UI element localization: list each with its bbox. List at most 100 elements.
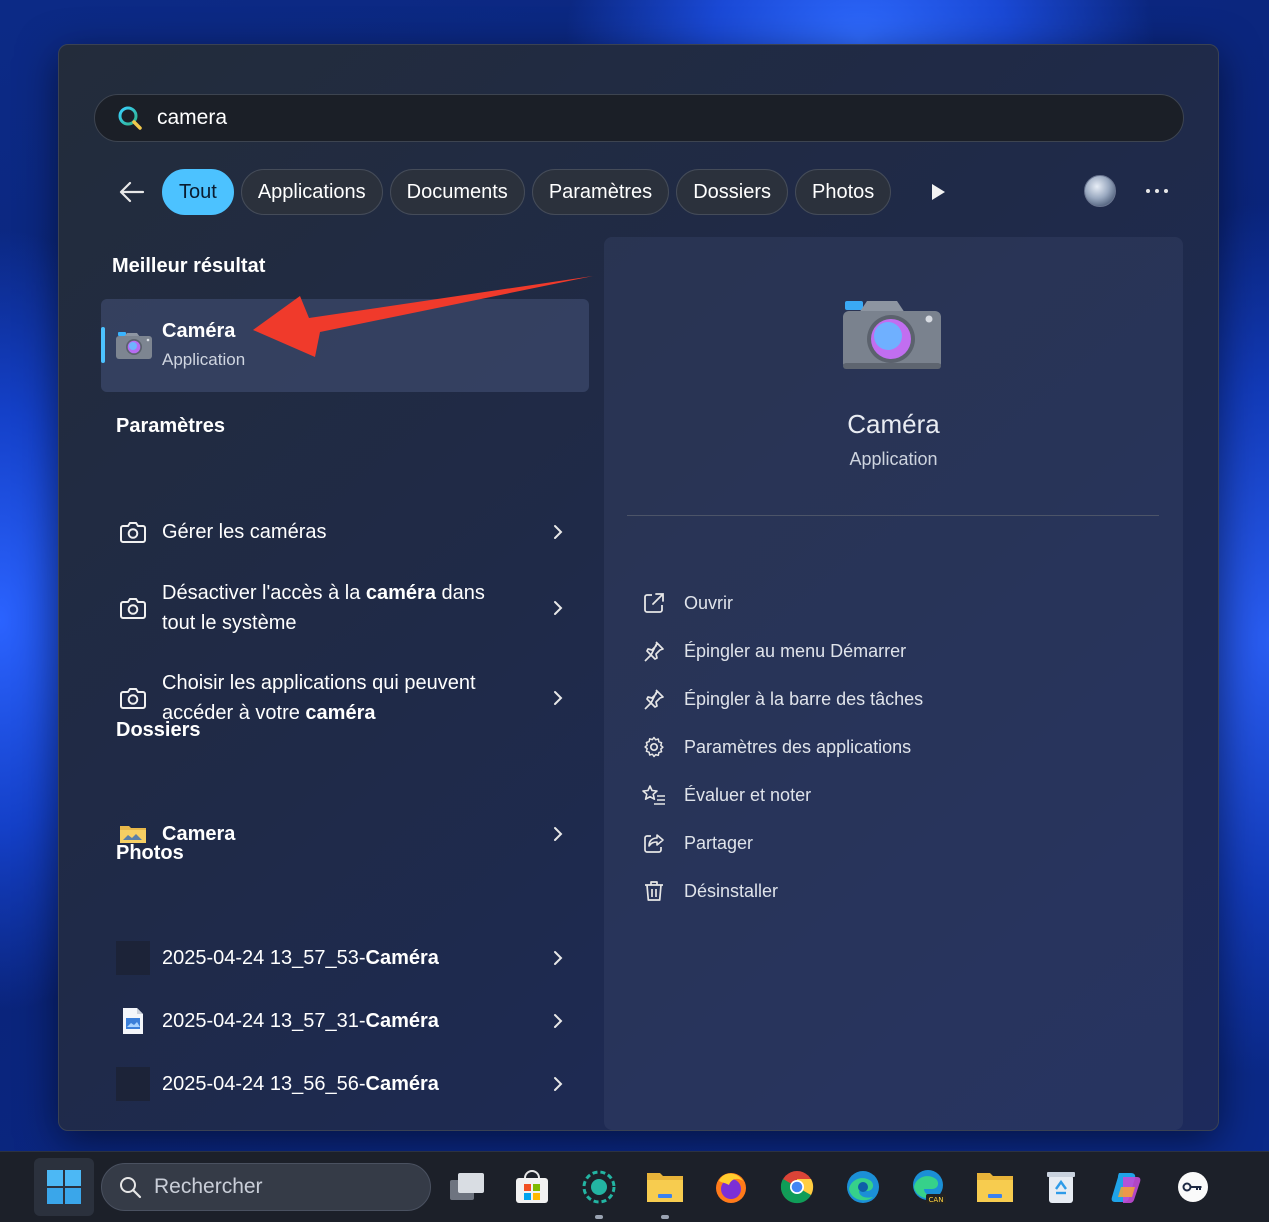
camera-app-icon-large bbox=[843, 301, 941, 369]
pin-icon bbox=[644, 689, 664, 710]
action-app-settings[interactable]: Paramètres des applications bbox=[642, 735, 911, 759]
highlight-text: Caméra bbox=[365, 1010, 439, 1032]
taskbar: Rechercher CAN bbox=[0, 1151, 1269, 1222]
camera-outline-icon bbox=[120, 598, 146, 619]
photo-item-2[interactable]: 2025-04-24 13_57_31-Caméra bbox=[116, 1004, 566, 1038]
search-icon bbox=[120, 1177, 142, 1199]
search-panel: Tout Applications Documents Paramètres D… bbox=[58, 44, 1219, 1131]
microsoft-store-icon[interactable] bbox=[510, 1165, 554, 1209]
chevron-right-icon bbox=[554, 691, 563, 705]
start-button[interactable] bbox=[34, 1158, 94, 1216]
share-icon bbox=[644, 834, 664, 853]
divider bbox=[627, 515, 1159, 516]
preview-pane: Caméra Application Ouvrir Épingler au me… bbox=[604, 237, 1183, 1130]
photo-name: 2025-04-24 13_56_56- bbox=[162, 1073, 366, 1095]
selection-indicator bbox=[101, 327, 105, 363]
camera-outline-icon bbox=[120, 522, 146, 543]
preview-app-name: Caméra bbox=[847, 409, 940, 439]
action-label: Épingler à la barre des tâches bbox=[684, 688, 924, 709]
user-avatar[interactable] bbox=[1084, 175, 1116, 207]
arrow-left-icon bbox=[119, 181, 145, 203]
more-options-button[interactable] bbox=[1139, 175, 1175, 207]
photo-item-3[interactable]: 2025-04-24 13_56_56-Caméra bbox=[116, 1067, 566, 1101]
action-rate[interactable]: Évaluer et noter bbox=[642, 783, 811, 807]
highlight-text: Caméra bbox=[365, 947, 439, 969]
chevron-right-icon bbox=[554, 601, 563, 615]
section-title-settings: Paramètres bbox=[116, 415, 225, 437]
file-explorer-icon[interactable] bbox=[643, 1165, 687, 1209]
edge-canary-icon[interactable]: CAN bbox=[907, 1165, 951, 1209]
photo-name: 2025-04-24 13_57_31- bbox=[162, 1010, 366, 1032]
windows-logo-icon bbox=[47, 1170, 81, 1204]
highlight-text: Caméra bbox=[365, 1073, 439, 1095]
filter-applications[interactable]: Applications bbox=[240, 169, 383, 215]
edge-icon[interactable] bbox=[841, 1165, 885, 1209]
best-result-camera[interactable]: Caméra Application bbox=[101, 299, 589, 392]
best-result-name: Caméra bbox=[162, 320, 236, 342]
more-filters-button[interactable] bbox=[926, 180, 950, 204]
action-pin-start[interactable]: Épingler au menu Démarrer bbox=[642, 639, 906, 663]
action-label: Désinstaller bbox=[684, 880, 779, 901]
dot bbox=[1155, 189, 1159, 193]
svg-text:CAN: CAN bbox=[929, 1196, 944, 1204]
key-app-icon[interactable] bbox=[1171, 1165, 1215, 1209]
back-button[interactable] bbox=[114, 174, 150, 210]
photo-name: 2025-04-24 13_57_53- bbox=[162, 947, 366, 969]
filter-tout[interactable]: Tout bbox=[162, 169, 234, 215]
trash-icon bbox=[645, 881, 663, 901]
preview-app-type: Application bbox=[849, 449, 938, 469]
action-label: Ouvrir bbox=[684, 592, 733, 613]
photo-thumbnail bbox=[116, 1067, 150, 1101]
firefox-icon[interactable] bbox=[709, 1165, 753, 1209]
dot bbox=[1146, 189, 1150, 193]
filter-photos[interactable]: Photos bbox=[794, 169, 892, 215]
play-icon bbox=[932, 184, 946, 200]
action-share[interactable]: Partager bbox=[642, 831, 753, 855]
image-file-icon bbox=[123, 1008, 143, 1034]
settings-item-manage-cameras[interactable]: Gérer les caméras bbox=[116, 515, 566, 549]
highlight-text: caméra bbox=[305, 702, 376, 724]
filter-bar: Tout Applications Documents Paramètres D… bbox=[114, 169, 1174, 215]
filter-dossiers[interactable]: Dossiers bbox=[676, 169, 788, 215]
action-uninstall[interactable]: Désinstaller bbox=[642, 879, 778, 903]
section-title-photos: Photos bbox=[116, 842, 184, 864]
filter-documents[interactable]: Documents bbox=[389, 169, 525, 215]
chevron-right-icon bbox=[554, 1014, 563, 1028]
action-pin-taskbar[interactable]: Épingler à la barre des tâches bbox=[642, 687, 923, 711]
search-icon bbox=[118, 106, 142, 130]
pin-icon bbox=[644, 641, 664, 662]
chevron-right-icon bbox=[554, 1077, 563, 1091]
copilot-icon[interactable] bbox=[1105, 1165, 1149, 1209]
photo-thumbnail bbox=[116, 941, 150, 975]
action-open[interactable]: Ouvrir bbox=[642, 591, 733, 615]
action-label: Paramètres des applications bbox=[684, 736, 912, 757]
chrome-icon[interactable] bbox=[775, 1165, 819, 1209]
settings-item-disable-camera[interactable]: Désactiver l'accès à la caméra dans tout… bbox=[116, 578, 566, 638]
gear-icon bbox=[644, 736, 664, 758]
action-label: Évaluer et noter bbox=[684, 784, 812, 805]
running-indicator bbox=[595, 1215, 603, 1219]
folder-icon[interactable] bbox=[973, 1165, 1017, 1209]
search-input[interactable] bbox=[157, 106, 1057, 130]
settings-item-text: Gérer les caméras bbox=[162, 521, 327, 543]
star-list-icon bbox=[642, 785, 665, 805]
section-title-folders: Dossiers bbox=[116, 719, 201, 741]
photo-item-1[interactable]: 2025-04-24 13_57_53-Caméra bbox=[116, 941, 566, 975]
chevron-right-icon bbox=[554, 951, 563, 965]
best-result-type: Application bbox=[162, 350, 246, 369]
dot bbox=[1164, 189, 1168, 193]
recycle-bin-icon[interactable] bbox=[1039, 1165, 1083, 1209]
filter-parametres[interactable]: Paramètres bbox=[531, 169, 670, 215]
camera-app-icon bbox=[116, 332, 152, 359]
action-label: Épingler au menu Démarrer bbox=[684, 640, 907, 661]
task-view-icon[interactable] bbox=[445, 1165, 489, 1209]
settings-item-text: Désactiver l'accès à la bbox=[162, 582, 366, 604]
running-indicator bbox=[661, 1215, 669, 1219]
search-box[interactable] bbox=[94, 94, 1184, 142]
camera-outline-icon bbox=[120, 688, 146, 709]
taskbar-search-placeholder: Rechercher bbox=[154, 1175, 263, 1198]
app-circle-icon[interactable] bbox=[577, 1165, 621, 1209]
highlight-text: caméra bbox=[365, 582, 436, 604]
action-label: Partager bbox=[684, 832, 754, 853]
taskbar-search[interactable]: Rechercher bbox=[101, 1163, 431, 1211]
